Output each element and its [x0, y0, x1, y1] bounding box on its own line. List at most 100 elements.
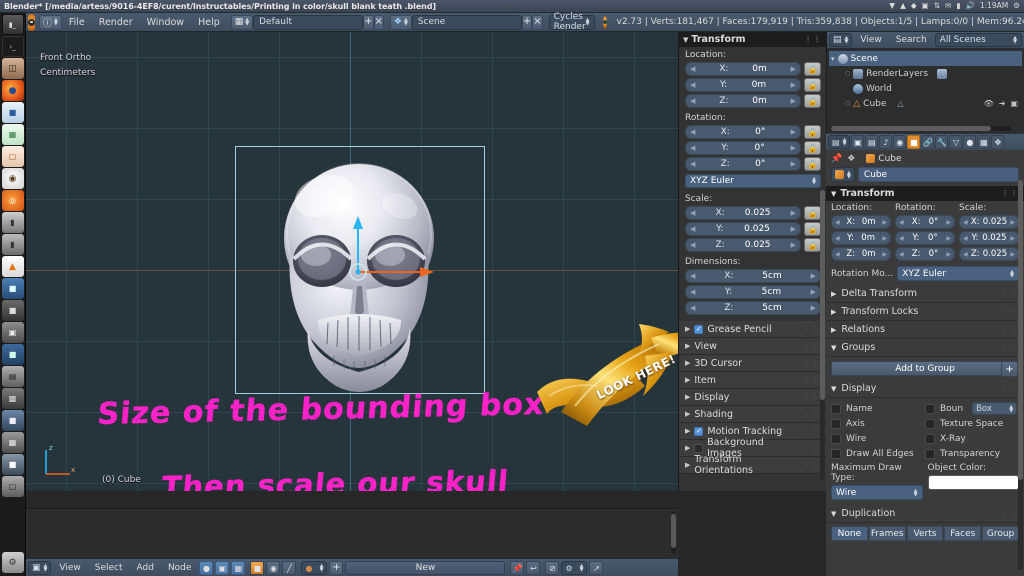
dock-item-impress[interactable]: ▢ [1, 146, 24, 167]
lock-scale-y-button[interactable]: 🔓 [804, 222, 821, 236]
outliner-menu-search[interactable]: Search [890, 33, 933, 48]
max-draw-type-select[interactable]: Wire ▲ ▼ [831, 485, 923, 500]
display-xray-row[interactable]: X-Ray [925, 431, 1019, 446]
location-z-field[interactable]: ◀ Z: 0m ▶ [685, 94, 801, 108]
properties-rotation-mode-select[interactable]: XYZ Euler ▲ ▼ [897, 266, 1019, 281]
outliner-row-cube[interactable]: ○ △ Cube △ 👁 ➜ ▣ [829, 96, 1022, 111]
dropbox-icon[interactable]: ▼ [889, 2, 895, 10]
lock-location-x-button[interactable]: 🔓 [804, 62, 821, 76]
outliner-row-scene[interactable]: ▾ Scene [829, 51, 1022, 66]
add-to-group-button[interactable]: Add to Group + [831, 361, 1019, 377]
rotation-y-field[interactable]: ◀ Y: 0° ▶ [685, 141, 801, 155]
node-menu-add[interactable]: Add [131, 561, 160, 576]
tab-render-layers-icon[interactable]: ▤ [865, 135, 879, 149]
outliner-row-renderlayers[interactable]: ○ RenderLayers [829, 66, 1022, 81]
panel-transform-orientations[interactable]: ▶ Transform Orientations ⋮⋮ [679, 454, 826, 476]
display-bounds-select[interactable]: Box ▲ ▼ [972, 402, 1018, 415]
section-groups[interactable]: ▼ Groups ⋮⋮ [826, 339, 1024, 357]
menu-file[interactable]: File [62, 14, 92, 31]
motion-tracking-checkbox[interactable]: ✓ [694, 426, 704, 436]
texture-nodes-icon[interactable]: ▦ [231, 561, 246, 575]
outliner-tree[interactable]: ▾ Scene ○ RenderLayers World ○ △ Cube △ … [827, 49, 1024, 111]
object-name-field[interactable]: Cube [857, 167, 1019, 182]
dock-item-files[interactable]: ◫ [1, 58, 24, 79]
properties-editor[interactable]: 📌 ❖ Cube ▲ ▼ Cube ▼ Transform ⋮⋮ Locatio… [826, 150, 1024, 576]
section-relations[interactable]: ▶ Relations ⋮⋮ [826, 321, 1024, 339]
pin-icon[interactable]: 📌 [510, 561, 525, 575]
lock-scale-x-button[interactable]: 🔓 [804, 206, 821, 220]
add-scene-button[interactable]: + [521, 14, 533, 30]
outliner-editor[interactable]: ▤ ▲▼ View Search All Scenes ▲▼ ▾ Scene [826, 32, 1024, 133]
node-menu-node[interactable]: Node [162, 561, 198, 576]
display-name-row[interactable]: Name [831, 401, 925, 416]
dimensions-y-field[interactable]: ◀ Y: 5cm ▶ [685, 285, 821, 299]
display-transparency-row[interactable]: Transparency [925, 446, 1019, 461]
tab-constraints-icon[interactable]: 🔗 [921, 135, 935, 149]
battery-icon[interactable]: ▮ [956, 2, 960, 10]
tab-physics-icon[interactable]: ✥ [991, 135, 1005, 149]
disclosure-icon[interactable]: ▾ [831, 55, 835, 63]
transform-panel-header[interactable]: ▼ Transform ⋮⋮ [679, 32, 826, 47]
display-draw-all-edges-checkbox[interactable] [831, 448, 841, 459]
outliner-scrollbar[interactable] [829, 126, 1011, 131]
restrict-render-icon[interactable]: ▣ [1010, 99, 1018, 108]
compositor-nodes-icon[interactable]: ▣ [215, 561, 230, 575]
display-texture-space-checkbox[interactable] [925, 418, 935, 429]
viewport-properties-panel[interactable]: ▼ Transform ⋮⋮ Location: ◀ X: 0m ▶ 🔓 ◀ Y… [678, 32, 826, 491]
dock-item-14[interactable]: ▤ [1, 366, 24, 387]
properties-scale-y[interactable]: ◀ Y: 0.025 ▶ [959, 231, 1019, 245]
add-group-plus-icon[interactable]: + [1001, 361, 1018, 377]
rotation-z-field[interactable]: ◀ Z: 0° ▶ [685, 157, 801, 171]
scale-x-field[interactable]: ◀ X: 0.025 ▶ [685, 206, 801, 220]
duplication-tab-frames[interactable]: Frames [868, 526, 906, 541]
dock-item-vlc[interactable]: ▲ [1, 256, 24, 277]
render-engine-select[interactable]: Cycles Render ▲ ▼ [548, 12, 595, 32]
node-editor-type-selector[interactable]: ▣ ▲ ▼ [28, 561, 52, 575]
dock-item-12[interactable]: ▣ [1, 322, 24, 343]
display-xray-checkbox[interactable] [925, 433, 935, 444]
lock-location-y-button[interactable]: 🔓 [804, 78, 821, 92]
object-browse-select[interactable]: ▲ ▼ [831, 167, 855, 182]
display-bounds-row[interactable]: Boun Box ▲ ▼ [925, 401, 1019, 416]
dimensions-z-field[interactable]: ◀ Z: 5cm ▶ [685, 301, 821, 315]
display-transparency-checkbox[interactable] [925, 448, 935, 459]
tab-scene-icon[interactable]: ♪ [879, 135, 893, 149]
display-bounds-checkbox[interactable] [925, 403, 935, 414]
properties-scale-x[interactable]: ◀ X: 0.025 ▶ [959, 215, 1019, 229]
mail-icon[interactable]: ✉ [945, 2, 951, 10]
dock-item-usb[interactable]: ▮ [1, 212, 24, 233]
tab-data-icon[interactable]: ▽ [949, 135, 963, 149]
lock-rotation-x-button[interactable]: 🔓 [804, 125, 821, 139]
delete-scene-button[interactable]: × [532, 14, 543, 30]
outliner-menu-view[interactable]: View [854, 33, 887, 48]
duplication-tab-faces[interactable]: Faces [944, 526, 982, 541]
panel-3d-cursor[interactable]: ▶ 3D Cursor ⋮⋮ [679, 355, 826, 372]
dock-item-15[interactable]: ▩ [1, 388, 24, 409]
outliner-editor-type-selector[interactable]: ▤ ▲ ▼ [829, 33, 853, 47]
dock-item-calc[interactable]: ▦ [1, 124, 24, 145]
location-y-field[interactable]: ◀ Y: 0m ▶ [685, 78, 801, 92]
location-x-field[interactable]: ◀ X: 0m ▶ [685, 62, 801, 76]
restrict-view-icon[interactable]: 👁 [984, 99, 994, 108]
scene-field[interactable]: Scene [411, 14, 522, 30]
dock-item-19[interactable]: ▢ [1, 476, 24, 497]
properties-transform-header[interactable]: ▼ Transform ⋮⋮ [826, 186, 1024, 201]
display-wire-row[interactable]: Wire [831, 431, 925, 446]
properties-rotation-x[interactable]: ◀ X: 0° ▶ [895, 215, 955, 229]
properties-location-y[interactable]: ◀ Y: 0m ▶ [831, 231, 891, 245]
panel-shading[interactable]: ▶ Shading ⋮⋮ [679, 406, 826, 423]
duplication-tab-verts[interactable]: Verts [906, 526, 944, 541]
screen-layout-field[interactable]: Default [253, 14, 364, 30]
panel-grease-pencil[interactable]: ▶ ✓ Grease Pencil ⋮⋮ [679, 321, 826, 338]
rotation-x-field[interactable]: ◀ X: 0° ▶ [685, 125, 801, 139]
scene-browse-icon[interactable]: ❖ ▲ ▼ [389, 14, 412, 30]
dock-item-firefox[interactable]: ● [1, 80, 24, 101]
tab-modifiers-icon[interactable]: 🔧 [935, 135, 949, 149]
lock-scale-z-button[interactable]: 🔓 [804, 238, 821, 252]
tab-render-icon[interactable]: ▣ [851, 135, 865, 149]
rotation-mode-select[interactable]: XYZ Euler ▲ ▼ [685, 174, 821, 188]
dock-item-18[interactable]: ■ [1, 454, 24, 475]
npanel-scrollbar[interactable] [820, 190, 825, 480]
warning-icon[interactable]: ▲ [900, 2, 906, 10]
node-editor-vscroll[interactable] [671, 512, 676, 554]
